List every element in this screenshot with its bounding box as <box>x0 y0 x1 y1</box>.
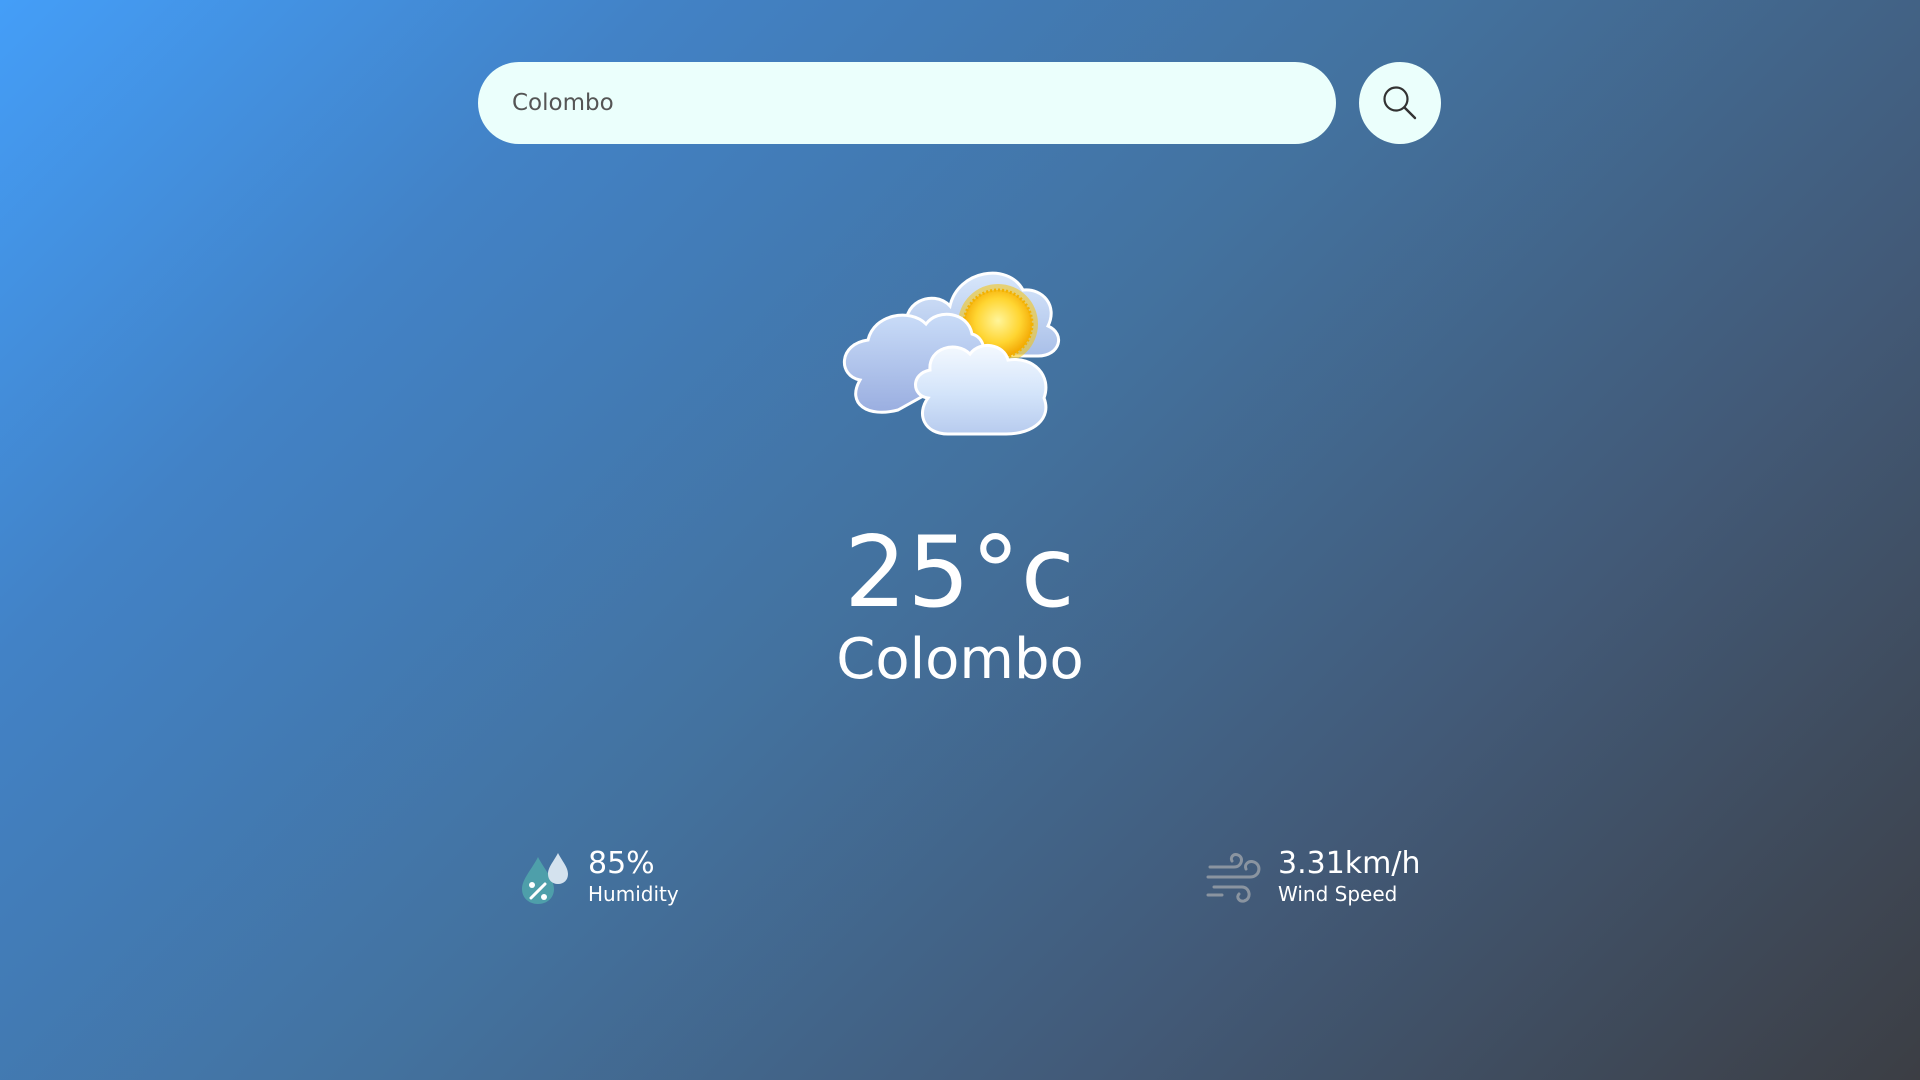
humidity-label: Humidity <box>588 882 679 906</box>
humidity-value: 85% <box>588 846 655 881</box>
search-bar <box>478 62 1442 144</box>
city-name: Colombo <box>836 627 1084 692</box>
search-button[interactable] <box>1359 62 1441 144</box>
search-input[interactable] <box>478 62 1336 144</box>
wind-speed-value: 3.31km/h <box>1278 846 1421 881</box>
wind-detail: 3.31km/h Wind Speed <box>1204 842 1421 912</box>
wind-speed-label: Wind Speed <box>1278 882 1398 906</box>
search-icon <box>1383 86 1417 120</box>
wind-icon <box>1206 853 1261 903</box>
temperature: 25°c <box>844 516 1076 630</box>
partly-cloudy-icon <box>843 271 1060 436</box>
humidity-icon <box>522 853 568 904</box>
humidity-detail: 85% Humidity <box>514 842 679 912</box>
